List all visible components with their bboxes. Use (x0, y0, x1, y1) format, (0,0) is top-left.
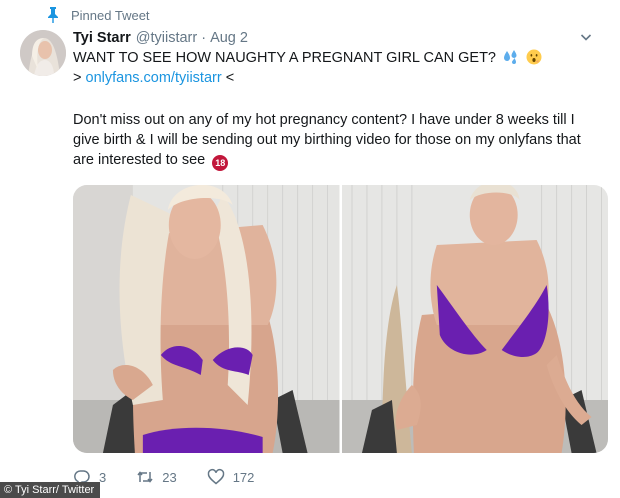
separator: · (201, 30, 207, 46)
sweat-droplets-icon (504, 50, 517, 64)
pinned-label: Pinned Tweet (71, 7, 150, 23)
tweet-line-5: are interested to see 18 (73, 150, 613, 171)
tweet-line-3: Don't miss out on any of my hot pregnanc… (73, 112, 575, 128)
author-name[interactable]: Tyi Starr (73, 30, 131, 46)
link-suffix: < (225, 70, 235, 86)
retweet-count: 23 (162, 469, 177, 485)
avatar[interactable] (20, 30, 66, 76)
link-prefix: > (73, 70, 82, 86)
like-count: 172 (232, 469, 255, 485)
author-handle[interactable]: @tyiistarr (136, 30, 197, 46)
image-credit: © Tyi Starr/ Twitter (0, 482, 101, 498)
chevron-down-icon[interactable] (580, 31, 592, 43)
heart-icon (207, 468, 224, 485)
onlyfans-link[interactable]: onlyfans.com/tyiistarr (86, 70, 222, 86)
pinned-indicator: Pinned Tweet (47, 5, 150, 25)
hushed-face-icon (526, 49, 542, 65)
like-button[interactable]: 172 (207, 468, 255, 486)
tweet-line-1: WANT TO SEE HOW NAUGHTY A PREGNANT GIRL … (73, 48, 613, 68)
tweet-headline: WANT TO SEE HOW NAUGHTY A PREGNANT GIRL … (73, 50, 496, 66)
pin-icon (48, 7, 58, 23)
retweet-icon (137, 471, 153, 483)
photo-left[interactable] (73, 185, 340, 453)
photo-right[interactable] (341, 185, 608, 453)
tweet-timestamp[interactable]: Aug 2 (210, 30, 248, 46)
tweet-actions: 3 23 172 (73, 466, 284, 488)
tweet-header: Tyi Starr @tyiistarr · Aug 2 (73, 27, 600, 49)
media-grid (73, 185, 608, 453)
retweet-button[interactable]: 23 (136, 468, 177, 486)
tweet-line-4: give birth & I will be sending out my bi… (73, 132, 581, 148)
adults-only-icon: 18 (212, 155, 229, 171)
tweet-body: WANT TO SEE HOW NAUGHTY A PREGNANT GIRL … (73, 48, 613, 171)
tweet-line-5-text: are interested to see (73, 152, 206, 168)
tweet-line-2: > onlyfans.com/tyiistarr < (73, 68, 613, 88)
